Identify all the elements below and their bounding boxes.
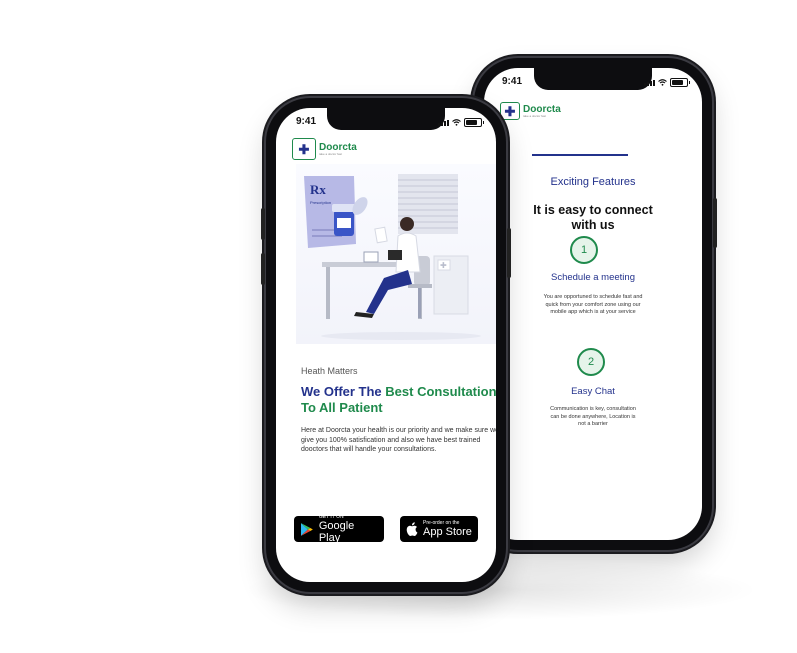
app-store-button[interactable]: Pre-order on the App Store — [400, 516, 478, 542]
prescription-label: Prescription — [310, 200, 331, 205]
step-2-description: Communication is key, consultation can b… — [550, 406, 636, 427]
prescription-mark: Rx — [310, 182, 326, 197]
status-time: 9:41 — [502, 76, 523, 87]
app-store-label: App Store — [423, 526, 472, 538]
brand-name: Doorcta — [319, 141, 357, 153]
features-heading: It is easy to connect with us — [484, 203, 702, 233]
google-play-icon — [300, 522, 313, 536]
features-screen: 9:41 ✚ Doorcta take a doctor fast Exciti… — [484, 68, 702, 540]
step-2-title: Easy Chat — [571, 386, 615, 397]
hero-headline: We Offer The Best Consultation To All Pa… — [301, 384, 496, 416]
eyebrow-text: Heath Matters — [301, 366, 358, 376]
status-time: 9:41 — [296, 116, 317, 127]
headline-part-1: We Offer The — [301, 384, 386, 399]
step-1-title: Schedule a meeting — [551, 272, 635, 283]
doctor-illustration: ✚ Rx Prescription — [296, 164, 496, 344]
hero-body: Here at Doorcta your health is our prior… — [301, 427, 496, 453]
google-play-button[interactable]: GET IT ON Google Play — [294, 514, 384, 544]
step-2-badge: 2 — [577, 348, 605, 376]
step-1-description: You are opportuned to schedule fast and … — [543, 294, 643, 315]
svg-text:✚: ✚ — [440, 261, 447, 270]
status-icons — [644, 78, 690, 87]
brand-logo: ✚ Doorcta take a doctor fast — [292, 138, 357, 160]
section-divider — [532, 154, 628, 156]
status-icons — [438, 118, 484, 127]
battery-icon — [670, 78, 690, 87]
google-play-label: Google Play — [318, 520, 355, 544]
heading-line-2: with us — [571, 218, 615, 232]
heading-line-1: It is easy to connect — [533, 203, 653, 217]
phone-home: 9:41 ✚ Doorcta take a doctor fast ✚ Rx P… — [261, 98, 511, 592]
home-screen: 9:41 ✚ Doorcta take a doctor fast ✚ Rx P… — [276, 108, 496, 582]
brand-tagline: take a doctor fast — [319, 151, 343, 156]
doorcta-logo-icon: ✚ — [292, 138, 316, 160]
brand-logo: ✚ Doorcta take a doctor fast — [500, 102, 561, 120]
signal-icon — [438, 119, 449, 126]
brand-tagline: take a doctor fast — [523, 113, 547, 118]
step-1-badge: 1 — [570, 236, 598, 264]
brand-name: Doorcta — [523, 103, 561, 115]
battery-icon — [464, 118, 484, 127]
notch — [534, 68, 652, 90]
wifi-icon — [452, 119, 461, 126]
notch — [327, 108, 445, 130]
signal-icon — [644, 79, 655, 86]
section-label: Exciting Features — [550, 176, 636, 188]
wifi-icon — [658, 79, 667, 86]
apple-icon — [406, 522, 418, 536]
phone-features: 9:41 ✚ Doorcta take a doctor fast Exciti… — [469, 58, 717, 550]
doorcta-logo-icon: ✚ — [500, 102, 520, 120]
